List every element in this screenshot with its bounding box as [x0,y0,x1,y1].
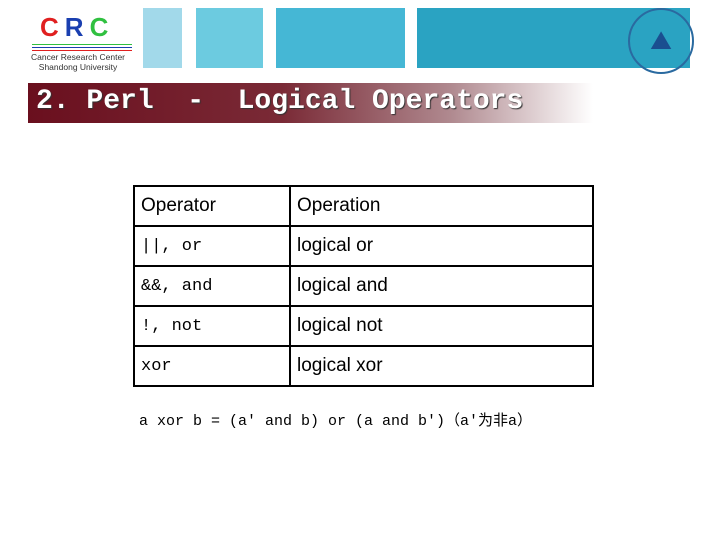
logo-line [32,47,132,48]
logo-letter: C [89,12,115,42]
slide-title: 2. Perl - Logical Operators [36,86,524,117]
xor-note: a xor b = (a' and b) or (a and b')（a'为非a… [139,413,533,430]
operator-cell: ||, or [133,225,291,267]
table-header-row: Operator Operation [133,185,594,227]
header-cell: Operation [289,185,594,227]
operation-cell: logical or [289,225,594,267]
header-block [196,8,263,68]
table-row: xor logical xor [133,345,594,387]
header-block [276,8,405,68]
header-logo: CRC Cancer Research Center Shandong Unive… [22,6,134,72]
table-row: ||, or logical or [133,225,594,267]
logo-line [32,50,132,51]
logo-line1: Cancer Research Center [30,52,125,62]
operation-cell: logical xor [289,345,594,387]
operator-cell: &&, and [133,265,291,307]
crc-logo: CRC [40,12,114,43]
logo-line [32,44,132,45]
operation-cell: logical not [289,305,594,347]
logo-subtitle: Cancer Research Center Shandong Universit… [24,52,132,72]
logo-letter: R [64,12,90,42]
logo-line2: Shandong University [38,62,118,72]
table-row: &&, and logical and [133,265,594,307]
header-block [143,8,182,68]
title-bar: 2. Perl - Logical Operators [28,83,593,123]
header-cell: Operator [133,185,291,227]
operators-table: Operator Operation ||, or logical or &&, a… [133,185,594,387]
operator-cell: xor [133,345,291,387]
table-row: !, not logical not [133,305,594,347]
operator-cell: !, not [133,305,291,347]
university-seal-icon: ⛰ [628,8,694,74]
operation-cell: logical and [289,265,594,307]
logo-letter: C [40,12,65,42]
